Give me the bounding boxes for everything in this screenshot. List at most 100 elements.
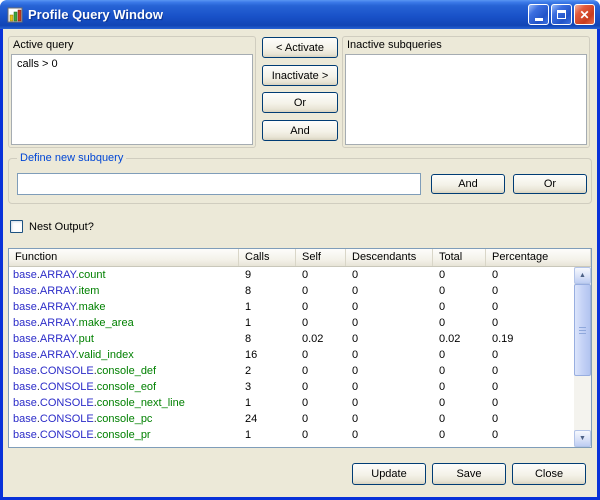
column-header-self[interactable]: Self <box>296 249 346 266</box>
close-window-button[interactable]: ✕ <box>574 4 595 25</box>
self-cell: 0 <box>296 315 346 331</box>
feature-name: make_area <box>79 317 134 329</box>
minimize-button[interactable] <box>528 4 549 25</box>
table-row[interactable]: base.CONSOLE.console_pr 1 0 0 0 0 <box>9 427 574 443</box>
scroll-up-button[interactable]: ▲ <box>574 267 591 284</box>
inactivate-button[interactable]: Inactivate > <box>262 65 338 86</box>
or-combine-button[interactable]: Or <box>262 92 338 113</box>
active-query-item[interactable]: calls > 0 <box>17 58 247 70</box>
descendants-cell: 0 <box>346 331 433 347</box>
vertical-scrollbar[interactable]: ▲ ▼ <box>574 267 591 447</box>
nest-output-checkbox[interactable] <box>10 220 23 233</box>
subquery-or-button[interactable]: Or <box>513 174 587 194</box>
descendants-cell: 0 <box>346 267 433 283</box>
calls-cell: 24 <box>239 411 296 427</box>
class-name: ARRAY <box>40 269 76 281</box>
total-cell: 0.02 <box>433 331 486 347</box>
percentage-cell: 0 <box>486 363 574 379</box>
cluster-name: base <box>13 381 37 393</box>
table-row[interactable]: base.CONSOLE.console_next_line 1 0 0 0 0 <box>9 395 574 411</box>
calls-cell: 8 <box>239 331 296 347</box>
function-cell: base.ARRAY.item <box>9 283 239 299</box>
window-controls: ✕ <box>528 4 595 25</box>
table-row[interactable]: base.ARRAY.make 1 0 0 0 0 <box>9 299 574 315</box>
nest-output-row: Nest Output? <box>10 220 94 233</box>
function-cell: base.CONSOLE.console_next_line <box>9 395 239 411</box>
feature-name: console_eof <box>97 381 156 393</box>
table-body: base.ARRAY.count 9 0 0 0 0 base.ARRAY.it… <box>9 267 574 447</box>
descendants-cell: 0 <box>346 363 433 379</box>
self-cell: 0 <box>296 347 346 363</box>
table-row[interactable]: base.ARRAY.count 9 0 0 0 0 <box>9 267 574 283</box>
minimize-icon <box>535 18 543 21</box>
class-name: ARRAY <box>40 285 76 297</box>
calls-cell: 16 <box>239 347 296 363</box>
table-header: Function Calls Self Descendants Total Pe… <box>9 249 591 267</box>
table-row[interactable]: base.ARRAY.valid_index 16 0 0 0 0 <box>9 347 574 363</box>
column-header-percentage[interactable]: Percentage <box>486 249 591 266</box>
function-cell: base.ARRAY.count <box>9 267 239 283</box>
activate-button[interactable]: < Activate <box>262 37 338 58</box>
update-button[interactable]: Update <box>352 463 426 485</box>
define-subquery-group: Define new subquery And Or <box>8 158 592 204</box>
maximize-button[interactable] <box>551 4 572 25</box>
table-row[interactable]: base.CONSOLE.console_eof 3 0 0 0 0 <box>9 379 574 395</box>
cluster-name: base <box>13 285 37 297</box>
and-combine-button[interactable]: And <box>262 120 338 141</box>
table-row[interactable]: base.ARRAY.put 8 0.02 0 0.02 0.19 <box>9 331 574 347</box>
close-button[interactable]: Close <box>512 463 586 485</box>
feature-name: console_def <box>97 365 156 377</box>
calls-cell: 9 <box>239 267 296 283</box>
column-header-descendants[interactable]: Descendants <box>346 249 433 266</box>
class-name: CONSOLE <box>40 365 94 377</box>
total-cell: 0 <box>433 411 486 427</box>
function-cell: base.CONSOLE.console_pr <box>9 427 239 443</box>
inactive-subqueries-label: Inactive subqueries <box>347 39 442 51</box>
percentage-cell: 0.19 <box>486 331 574 347</box>
table-row[interactable]: base.ARRAY.item 8 0 0 0 0 <box>9 283 574 299</box>
feature-name: put <box>79 333 94 345</box>
dialog-content: Active query calls > 0 < Activate Inacti… <box>3 29 597 497</box>
inactive-subqueries-list[interactable] <box>345 54 587 145</box>
scrollbar-thumb[interactable] <box>574 284 591 376</box>
table-row[interactable]: base.CONSOLE.console_pc 24 0 0 0 0 <box>9 411 574 427</box>
subquery-input[interactable] <box>17 173 421 195</box>
save-button[interactable]: Save <box>432 463 506 485</box>
column-header-function[interactable]: Function <box>9 249 239 266</box>
active-query-list[interactable]: calls > 0 <box>11 54 253 145</box>
percentage-cell: 0 <box>486 395 574 411</box>
feature-name: count <box>79 269 106 281</box>
self-cell: 0 <box>296 283 346 299</box>
self-cell: 0.02 <box>296 331 346 347</box>
scroll-down-button[interactable]: ▼ <box>574 430 591 447</box>
total-cell: 0 <box>433 283 486 299</box>
total-cell: 0 <box>433 299 486 315</box>
total-cell: 0 <box>433 347 486 363</box>
percentage-cell: 0 <box>486 347 574 363</box>
column-header-calls[interactable]: Calls <box>239 249 296 266</box>
cluster-name: base <box>13 333 37 345</box>
calls-cell: 1 <box>239 299 296 315</box>
feature-name: valid_index <box>79 349 134 361</box>
feature-name: console_pc <box>97 413 153 425</box>
cluster-name: base <box>13 413 37 425</box>
scroll-down-icon: ▼ <box>579 435 586 442</box>
self-cell: 0 <box>296 363 346 379</box>
self-cell: 0 <box>296 379 346 395</box>
table-row[interactable]: base.ARRAY.make_area 1 0 0 0 0 <box>9 315 574 331</box>
active-query-label: Active query <box>13 39 74 51</box>
descendants-cell: 0 <box>346 395 433 411</box>
table-row[interactable]: base.CONSOLE.console_def 2 0 0 0 0 <box>9 363 574 379</box>
calls-cell: 1 <box>239 315 296 331</box>
calls-cell: 1 <box>239 395 296 411</box>
percentage-cell: 0 <box>486 283 574 299</box>
percentage-cell: 0 <box>486 299 574 315</box>
column-header-total[interactable]: Total <box>433 249 486 266</box>
descendants-cell: 0 <box>346 347 433 363</box>
maximize-icon <box>557 10 566 19</box>
profile-results-table: Function Calls Self Descendants Total Pe… <box>8 248 592 448</box>
class-name: ARRAY <box>40 317 76 329</box>
subquery-and-button[interactable]: And <box>431 174 505 194</box>
title-bar[interactable]: Profile Query Window ✕ <box>0 0 600 29</box>
calls-cell: 8 <box>239 283 296 299</box>
